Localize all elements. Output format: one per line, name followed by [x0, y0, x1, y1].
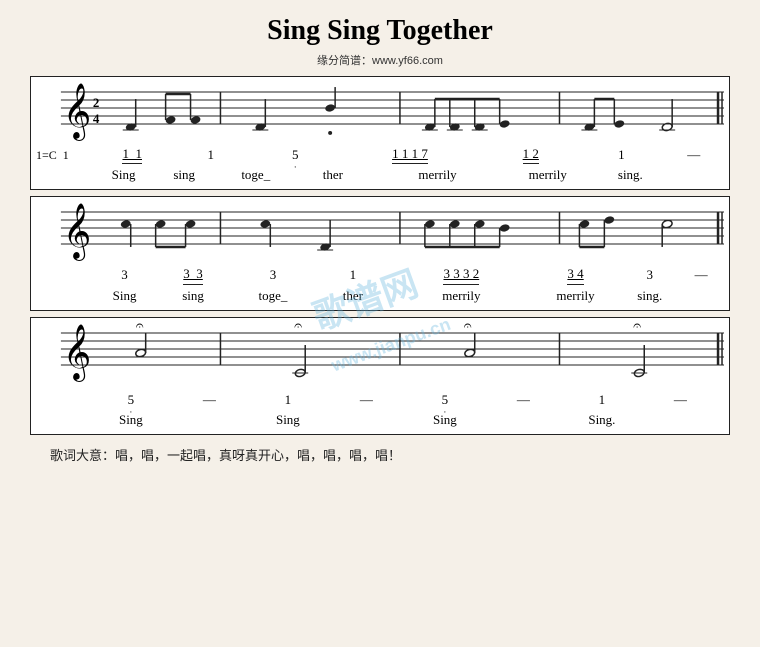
note-cell: 1 [579, 146, 664, 164]
subtitle: 缘分简谱：www.yf66.com [30, 52, 730, 68]
lyrics-2: Sing sing toge_ ther merrily merrily sin… [31, 287, 729, 310]
key-indicator: 1=C 1 [36, 147, 96, 164]
note-cell: 1 1 1 7 [338, 145, 483, 164]
lyric-word: sing. [592, 166, 669, 184]
lyric-word: Sing [96, 287, 153, 305]
note-dash: — [678, 266, 724, 284]
lyric-word: merrily [371, 166, 503, 184]
staff-section-1: 𝄞 2 4 [30, 76, 730, 190]
lyric-word: ther [313, 287, 393, 305]
note-cell: 5 [96, 391, 166, 409]
lyric-word: sing [153, 287, 233, 305]
staff-section-3: 𝄞 𝄐 𝄐 𝄐 𝄐 [30, 317, 730, 435]
svg-text:𝄐: 𝄐 [633, 319, 641, 334]
lyric-word: sing [151, 166, 217, 184]
note-cell: 1 [168, 146, 253, 164]
note-cell: 3 [621, 266, 678, 284]
footer-text: 歌词大意：唱，唱，一起唱，真呀真开心，唱，唱，唱，唱！ [30, 445, 730, 464]
lyric-word: Sing [96, 166, 151, 184]
staff-svg-2: 𝄞 [31, 197, 729, 262]
staff-svg-3: 𝄞 𝄐 𝄐 𝄐 𝄐 [31, 318, 729, 388]
lyrics-3: Sing Sing Sing Sing. [31, 411, 729, 434]
svg-text:𝄞: 𝄞 [63, 84, 91, 141]
lyric-word: ther [294, 166, 371, 184]
num-notation-3: 5 — 1 — 5 — 1 — [31, 388, 729, 411]
lyric-word: toge_ [217, 166, 294, 184]
lyric-word: Sing [96, 411, 166, 429]
svg-text:𝄐: 𝄐 [464, 319, 472, 334]
note-dash: — [637, 391, 724, 409]
note-cell: 3 3 3 2 [393, 265, 530, 284]
svg-text:𝄐: 𝄐 [294, 319, 302, 334]
note-cell: 1 1 [96, 145, 168, 164]
svg-text:𝄐: 𝄐 [136, 319, 144, 334]
note-cell: 1 2 [482, 145, 579, 164]
note-dash: — [664, 146, 724, 164]
lyric-word: Sing. [567, 411, 637, 429]
lyric-word: merrily [393, 287, 530, 305]
note-cell: 5 [253, 146, 338, 164]
note-dash: — [323, 391, 410, 409]
note-dash: — [480, 391, 567, 409]
note-cell: 3 4 [530, 265, 621, 284]
note-cell: 1 [313, 266, 393, 284]
svg-text:𝄞: 𝄞 [63, 325, 91, 382]
note-cell: 1 [567, 391, 637, 409]
lyric-word: Sing [253, 411, 323, 429]
lyric-word: merrily [504, 166, 592, 184]
page-title: Sing Sing Together [30, 15, 730, 47]
note-cell: 3 3 [153, 265, 233, 284]
staff-section-2: 𝄞 [30, 196, 730, 310]
num-notation-1: 1=C 1 1 1 1 5 1 1 1 7 1 2 1 — [31, 142, 729, 166]
note-dash: — [166, 391, 253, 409]
lyrics-1: Sing sing toge_ ther merrily merrily sin… [31, 166, 729, 189]
lyric-word: merrily [530, 287, 621, 305]
note-cell: 1 [253, 391, 323, 409]
lyric-word: sing. [621, 287, 678, 305]
svg-text:𝄞: 𝄞 [63, 204, 91, 261]
note-cell: 3 [233, 266, 313, 284]
note-cell: 3 [96, 266, 153, 284]
note-cell: 5 [410, 391, 480, 409]
num-notation-2: 3 3 3 3 1 3 3 3 2 3 4 3 — [31, 262, 729, 286]
staff-svg-1: 𝄞 2 4 [31, 77, 729, 142]
lyric-word: Sing [410, 411, 480, 429]
svg-text:2: 2 [93, 95, 99, 110]
svg-text:4: 4 [93, 111, 100, 126]
lyric-word: toge_ [233, 287, 313, 305]
page: Sing Sing Together 缘分简谱：www.yf66.com 歌谱网… [0, 0, 760, 647]
